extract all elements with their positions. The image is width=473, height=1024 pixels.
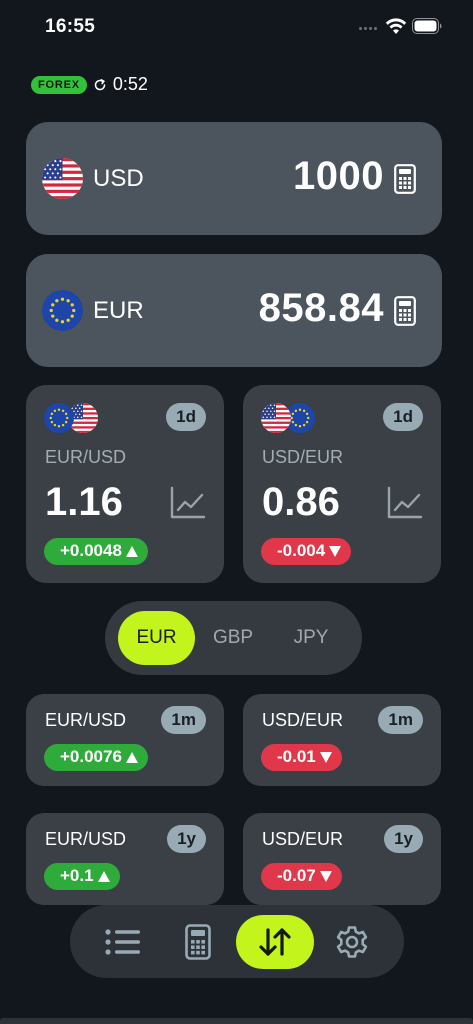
triangle-up-icon xyxy=(125,545,138,557)
gear-icon xyxy=(336,926,368,958)
change-pill: +0.0076 xyxy=(44,744,148,771)
change-pill: -0.07 xyxy=(261,863,342,890)
bottom-tab-bar xyxy=(70,905,404,978)
tab-exchange[interactable] xyxy=(236,915,314,969)
battery-icon xyxy=(412,18,442,34)
triangle-up-icon xyxy=(125,751,138,763)
calculator-icon[interactable] xyxy=(394,296,416,326)
tab-list[interactable] xyxy=(96,915,150,969)
line-chart-icon[interactable] xyxy=(170,486,206,520)
tab-settings[interactable] xyxy=(325,915,379,969)
calculator-icon[interactable] xyxy=(394,164,416,194)
pair-label: USD/EUR xyxy=(262,710,344,730)
us-flag-icon xyxy=(42,158,83,199)
change-value: +0.0076 xyxy=(60,747,122,766)
rate-value: 0.86 xyxy=(262,480,340,524)
currency-code: EUR xyxy=(93,297,144,324)
pair-label: EUR/USD xyxy=(45,710,127,730)
change-value: -0.01 xyxy=(277,747,316,766)
eu-flag-icon xyxy=(42,290,83,331)
pair-label: USD/EUR xyxy=(262,829,344,849)
rate-card-usd-eur[interactable]: 1d USD/EUR 0.86 -0.004 xyxy=(243,385,441,583)
amount-value[interactable]: 858.84 xyxy=(259,286,384,331)
segment-eur[interactable]: EUR xyxy=(118,611,195,665)
rate-card-eur-usd[interactable]: 1d EUR/USD 1.16 +0.0048 xyxy=(26,385,224,583)
period-badge[interactable]: 1d xyxy=(383,403,423,431)
flag-pair xyxy=(44,403,100,433)
change-pill: -0.004 xyxy=(261,538,352,565)
mini-card-eur-usd-1m[interactable]: EUR/USD 1m +0.0076 xyxy=(26,694,224,786)
change-value: +0.1 xyxy=(60,866,94,885)
change-pill: +0.0048 xyxy=(44,538,148,565)
exchange-arrows-icon xyxy=(259,928,291,956)
eu-flag-icon xyxy=(44,403,74,433)
period-badge[interactable]: 1y xyxy=(167,825,206,853)
refresh-timer: 0:52 xyxy=(112,74,148,94)
list-icon xyxy=(105,929,140,955)
usd-amount-card[interactable]: USD 1000 xyxy=(26,122,442,235)
calculator-icon xyxy=(185,924,211,960)
pair-label: EUR/USD xyxy=(45,829,127,849)
status-time: 16:55 xyxy=(45,16,96,37)
mini-card-eur-usd-1y[interactable]: EUR/USD 1y +0.1 xyxy=(26,813,224,905)
period-badge[interactable]: 1m xyxy=(378,706,423,734)
segment-gbp[interactable]: GBP xyxy=(201,611,265,665)
change-value: -0.07 xyxy=(277,866,316,885)
triangle-down-icon xyxy=(329,545,342,557)
currency-code: USD xyxy=(93,165,144,192)
period-badge[interactable]: 1y xyxy=(384,825,423,853)
bottom-sheet-edge xyxy=(0,1018,473,1024)
period-badge[interactable]: 1d xyxy=(166,403,206,431)
cellular-signal-icon xyxy=(359,27,377,30)
triangle-down-icon xyxy=(319,870,332,882)
triangle-down-icon xyxy=(319,751,332,763)
eur-amount-card[interactable]: EUR 858.84 xyxy=(26,254,442,367)
pair-label: USD/EUR xyxy=(262,447,344,467)
refresh-icon[interactable] xyxy=(93,78,107,92)
status-bar: 16:55 xyxy=(0,0,473,54)
period-badge[interactable]: 1m xyxy=(161,706,206,734)
change-value: -0.004 xyxy=(277,541,326,560)
mini-card-usd-eur-1y[interactable]: USD/EUR 1y -0.07 xyxy=(243,813,441,905)
us-flag-icon xyxy=(261,403,291,433)
rate-value: 1.16 xyxy=(45,480,123,524)
line-chart-icon[interactable] xyxy=(387,486,423,520)
change-pill: +0.1 xyxy=(44,863,120,890)
pair-label: EUR/USD xyxy=(45,447,127,467)
amount-value[interactable]: 1000 xyxy=(293,154,384,199)
tab-calculator[interactable] xyxy=(171,915,225,969)
currency-segmented-control: EUR GBP JPY xyxy=(105,601,362,675)
forex-badge: FOREX xyxy=(31,75,87,94)
change-pill: -0.01 xyxy=(261,744,342,771)
change-value: +0.0048 xyxy=(60,541,122,560)
forex-status: FOREX 0:52 xyxy=(31,74,148,95)
mini-card-usd-eur-1m[interactable]: USD/EUR 1m -0.01 xyxy=(243,694,441,786)
segment-jpy[interactable]: JPY xyxy=(277,611,345,665)
triangle-up-icon xyxy=(97,870,110,882)
wifi-icon xyxy=(385,18,407,34)
flag-pair xyxy=(261,403,317,433)
